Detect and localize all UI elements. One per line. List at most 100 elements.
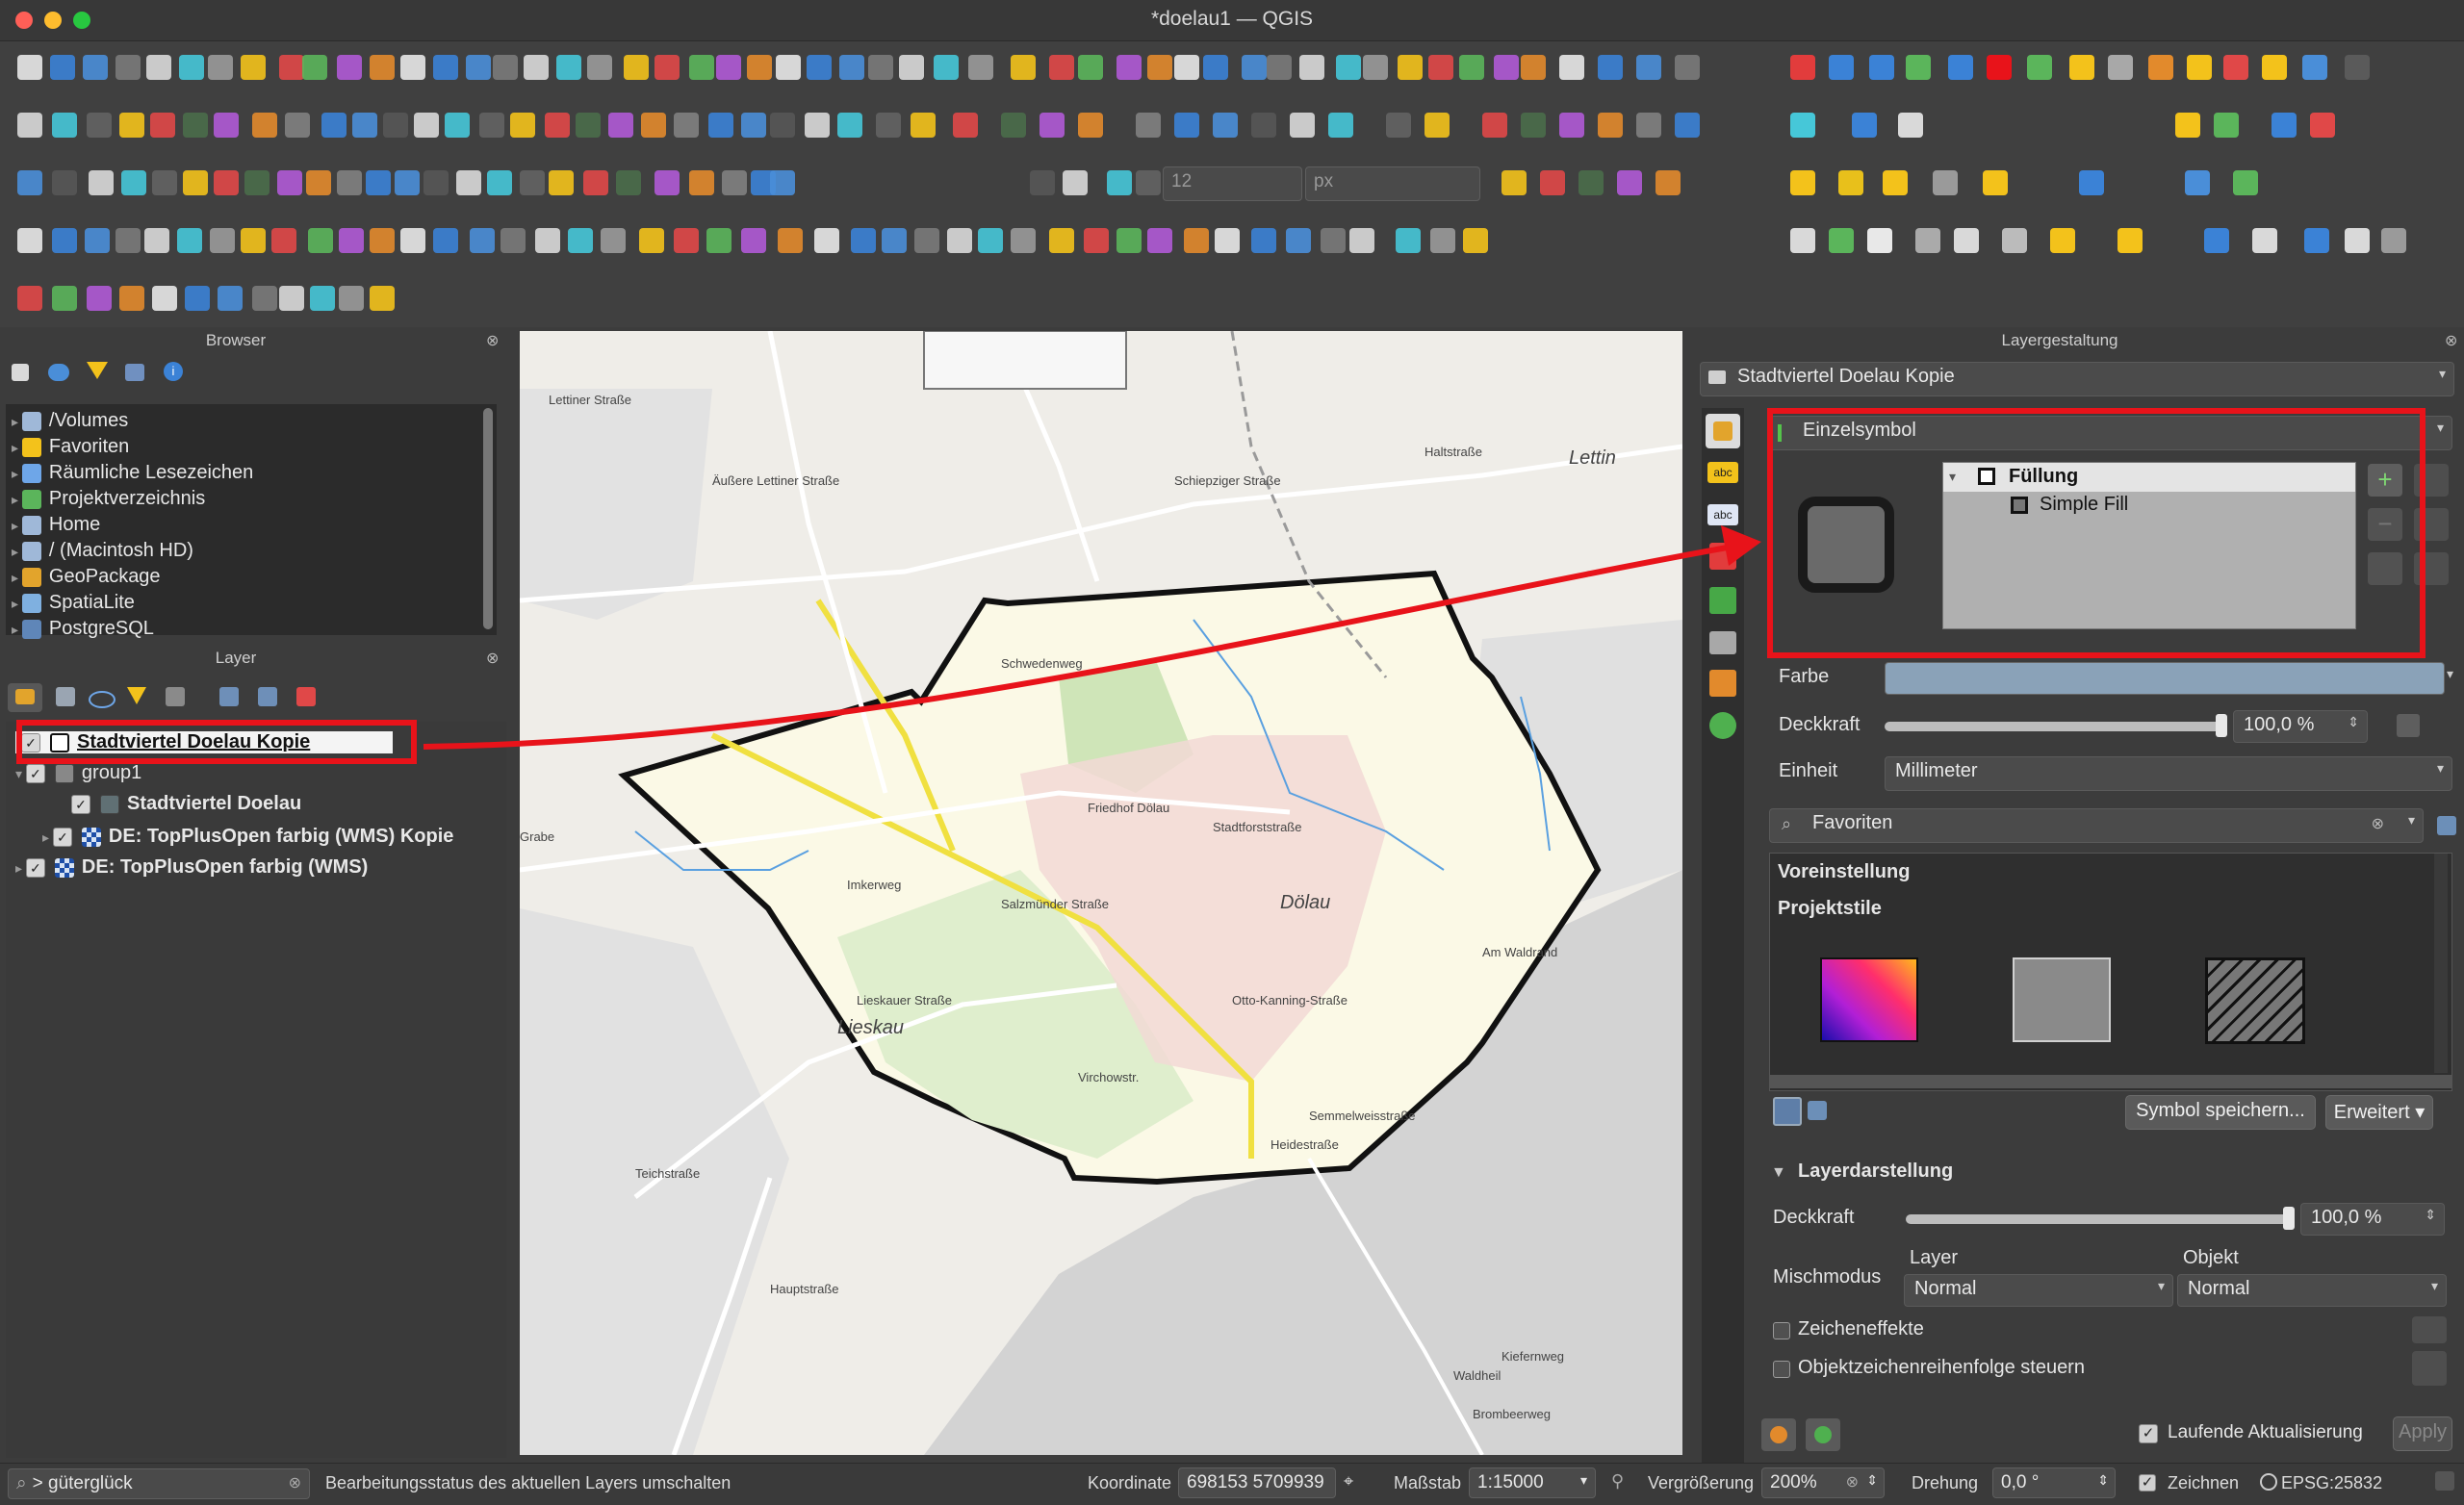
toolbar-icon[interactable] [1398, 55, 1423, 80]
toolbar-icon[interactable] [279, 55, 304, 80]
toolbar-icon[interactable] [466, 55, 491, 80]
toolbar-icon[interactable] [1521, 113, 1546, 138]
list-view-icon[interactable] [1808, 1101, 1827, 1120]
layer-selector-combo[interactable]: Stadtviertel Doelau Kopie ▾ [1700, 362, 2454, 396]
toolbar-icon[interactable] [1078, 113, 1103, 138]
order-settings-button[interactable] [2412, 1351, 2447, 1386]
fields-icon[interactable] [1709, 631, 1736, 654]
toolbar-icon[interactable] [1790, 113, 1815, 138]
filter-icon[interactable] [87, 362, 108, 379]
toolbar-icon[interactable] [400, 228, 425, 253]
toolbar-icon[interactable] [52, 228, 77, 253]
expand-arrow-icon[interactable]: ▸ [12, 466, 22, 481]
toolbar-icon[interactable] [17, 286, 42, 311]
toolbar-icon[interactable] [1084, 228, 1109, 253]
3d-view-icon[interactable] [1709, 543, 1736, 570]
toolbar-icon[interactable] [2252, 228, 2277, 253]
toolbar-icon[interactable] [208, 55, 233, 80]
toolbar-icon[interactable] [2148, 55, 2173, 80]
toolbar-icon[interactable] [1242, 55, 1267, 80]
toolbar-icon[interactable] [1116, 55, 1142, 80]
clear-search-icon[interactable]: ⊗ [2372, 814, 2384, 833]
unit-combo[interactable]: px [1305, 166, 1480, 201]
toolbar-icon[interactable] [583, 170, 608, 195]
chevron-down-icon[interactable]: ▾ [2447, 666, 2453, 682]
toolbar-icon[interactable] [1829, 55, 1854, 80]
toolbar-icon[interactable] [2108, 55, 2133, 80]
toolbar-icon[interactable] [52, 113, 77, 138]
toolbar-icon[interactable] [395, 170, 420, 195]
toolbar-icon[interactable] [1494, 55, 1519, 80]
toolbar-icon[interactable] [770, 170, 795, 195]
toolbar-icon[interactable] [285, 113, 310, 138]
toolbar-icon[interactable] [716, 55, 741, 80]
expand-arrow-icon[interactable]: ▸ [42, 829, 53, 845]
opacity-slider[interactable] [1885, 722, 2223, 731]
feature-blend-combo[interactable]: Normal ▾ [2177, 1274, 2447, 1307]
horizontal-scrollbar[interactable] [1770, 1075, 2451, 1088]
magnifier-field[interactable]: 200% ⊗ ⇕ [1761, 1467, 1885, 1498]
color-button[interactable] [1885, 662, 2445, 695]
toolbar-icon[interactable] [252, 113, 277, 138]
toolbar-icon[interactable] [778, 228, 803, 253]
toolbar-icon[interactable] [1983, 170, 2008, 195]
toolbar-icon[interactable] [741, 228, 766, 253]
browser-item[interactable]: ▸ Räumliche Lesezeichen [12, 462, 253, 484]
info-icon[interactable]: i [164, 362, 183, 381]
tab-symbology[interactable] [1706, 414, 1740, 448]
style-gray-swatch[interactable] [2013, 957, 2111, 1042]
toolbar-icon[interactable] [741, 113, 766, 138]
expand-arrow-icon[interactable]: ▸ [12, 440, 22, 455]
toolbar-icon[interactable] [150, 113, 175, 138]
refresh-icon[interactable] [48, 364, 69, 381]
toolbar-icon[interactable] [339, 286, 364, 311]
expand-arrow-icon[interactable]: ▸ [12, 544, 22, 559]
toolbar-icon[interactable] [1906, 55, 1931, 80]
toolbar-icon[interactable] [876, 113, 901, 138]
data-defined-override-icon[interactable] [2397, 714, 2420, 737]
toolbar-icon[interactable] [624, 55, 649, 80]
toolbar-icon[interactable] [52, 286, 77, 311]
toolbar-icon[interactable] [947, 228, 972, 253]
toolbar-icon[interactable] [352, 113, 377, 138]
lock-scale-icon[interactable]: ⚲ [1611, 1471, 1624, 1492]
toolbar-icon[interactable] [183, 170, 208, 195]
close-panel-icon[interactable]: ⊗ [486, 331, 499, 350]
toolbar-icon[interactable] [1459, 55, 1484, 80]
toolbar-icon[interactable] [1933, 170, 1958, 195]
toolbar-icon[interactable] [17, 170, 42, 195]
toolbar-icon[interactable] [814, 228, 839, 253]
toolbar-icon[interactable] [1428, 55, 1453, 80]
toolbar-icon[interactable] [639, 228, 664, 253]
toolbar-icon[interactable] [2345, 228, 2370, 253]
toolbar-icon[interactable] [2002, 228, 2027, 253]
toolbar-icon[interactable] [2050, 228, 2075, 253]
toolbar-icon[interactable] [1656, 170, 1681, 195]
crs-label[interactable]: EPSG:25832 [2281, 1473, 2382, 1493]
style-hatch-swatch[interactable] [2205, 957, 2305, 1044]
layer-item[interactable]: ✓ Stadtviertel Doelau [71, 793, 301, 815]
browser-item[interactable]: ▸ Projektverzeichnis [12, 488, 205, 510]
locator-search-input[interactable]: ⌕ > güterglück ⊗ [8, 1468, 310, 1499]
toolbar-icon[interactable] [87, 113, 112, 138]
toolbar-icon[interactable] [1867, 228, 1892, 253]
toolbar-icon[interactable] [400, 55, 425, 80]
toolbar-icon[interactable] [306, 170, 331, 195]
map-canvas[interactable]: Lettin Dölau Lieskau Schwedenweg Lettiner St… [520, 331, 1682, 1455]
toolbar-icon[interactable] [1424, 113, 1450, 138]
order-checkbox[interactable] [1773, 1361, 1790, 1378]
toolbar-icon[interactable] [1011, 55, 1036, 80]
messages-icon[interactable] [2435, 1471, 2454, 1491]
toolbar-icon[interactable] [479, 113, 504, 138]
style-group-voreinstellung[interactable]: Voreinstellung [1778, 861, 1910, 883]
layer-opacity-spinbox[interactable]: 100,0 % ⇕ [2300, 1203, 2445, 1236]
toolbar-icon[interactable] [654, 55, 680, 80]
layer-visibility-checkbox[interactable]: ✓ [25, 857, 45, 878]
toolbar-icon[interactable] [1267, 55, 1292, 80]
toolbar-icon[interactable] [414, 113, 439, 138]
effects-checkbox[interactable] [1773, 1322, 1790, 1339]
toolbar-icon[interactable] [1954, 228, 1979, 253]
toolbar-icon[interactable] [1174, 55, 1199, 80]
toolbar-icon[interactable] [978, 228, 1003, 253]
toolbar-icon[interactable] [116, 55, 141, 80]
